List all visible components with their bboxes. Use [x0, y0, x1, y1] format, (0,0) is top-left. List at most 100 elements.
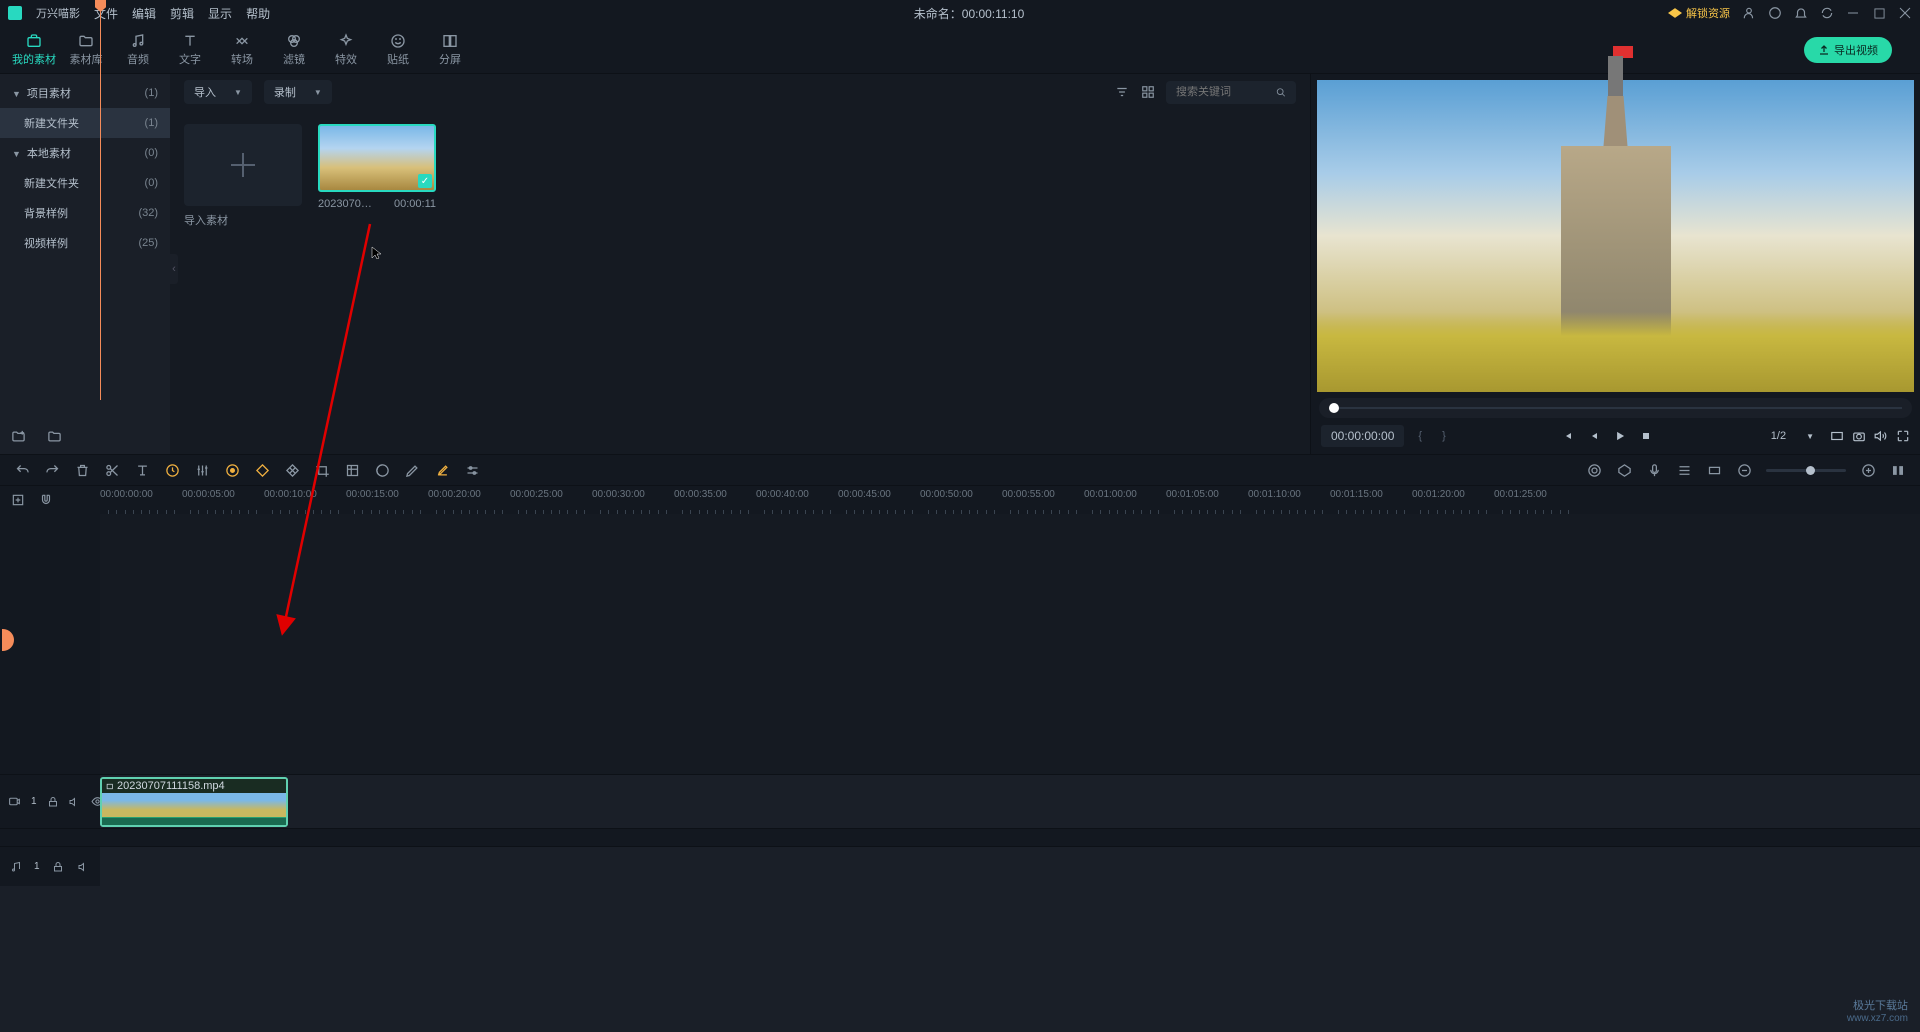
- crop2-icon[interactable]: [344, 462, 360, 478]
- lock-icon[interactable]: [47, 794, 59, 810]
- refresh-icon[interactable]: [1820, 6, 1834, 20]
- maximize-icon[interactable]: [1872, 6, 1886, 20]
- highlighter-icon[interactable]: [434, 462, 450, 478]
- tab-sticker[interactable]: 贴纸: [372, 29, 424, 71]
- marker2-icon[interactable]: [1616, 462, 1632, 478]
- filter-sort-icon[interactable]: [1114, 84, 1130, 100]
- speed-icon[interactable]: [164, 462, 180, 478]
- menu-edit[interactable]: 编辑: [132, 5, 156, 22]
- timeline-ruler[interactable]: 00:00:00:0000:00:05:0000:00:10:0000:00:1…: [100, 486, 1920, 514]
- preview-video[interactable]: [1317, 80, 1914, 392]
- menu-display[interactable]: 显示: [208, 5, 232, 22]
- pen-icon[interactable]: [404, 462, 420, 478]
- mute-icon[interactable]: [69, 794, 81, 810]
- audio-track-lane[interactable]: [100, 846, 1920, 886]
- snapshot-icon[interactable]: [1852, 429, 1866, 443]
- export-button[interactable]: 导出视频: [1804, 37, 1892, 63]
- mic-icon[interactable]: [1646, 462, 1662, 478]
- remove-keyframe-icon[interactable]: [284, 462, 300, 478]
- split-clip-icon[interactable]: [104, 462, 120, 478]
- adjust-icon[interactable]: [464, 462, 480, 478]
- sidebar-item-newfolder2[interactable]: 新建文件夹(0): [0, 168, 170, 198]
- zoom-out-icon[interactable]: [1736, 462, 1752, 478]
- preview-scrubber[interactable]: [1319, 398, 1912, 418]
- text-tool-icon[interactable]: [134, 462, 150, 478]
- video-track-lane[interactable]: 20230707111158.mp4: [100, 774, 1920, 828]
- keyframe-icon[interactable]: [254, 462, 270, 478]
- list-icon[interactable]: [1676, 462, 1692, 478]
- ruler-tick: 00:01:25:00: [1494, 489, 1547, 500]
- media-thumbnail[interactable]: ✓: [318, 124, 436, 192]
- preview-zoom-dropdown[interactable]: 1/2▼: [1763, 427, 1822, 445]
- new-folder-icon[interactable]: [10, 428, 26, 444]
- playhead[interactable]: [100, 0, 101, 400]
- redo-icon[interactable]: [44, 462, 60, 478]
- tab-text[interactable]: 文字: [164, 29, 216, 71]
- tab-filter[interactable]: 滤镜: [268, 29, 320, 71]
- zoom-handle[interactable]: [1806, 466, 1815, 475]
- unlock-resource-button[interactable]: 解锁资源: [1668, 5, 1730, 21]
- ratio-icon[interactable]: [1830, 429, 1844, 443]
- fit-icon[interactable]: [1890, 462, 1906, 478]
- tab-my-media[interactable]: 我的素材: [8, 29, 60, 71]
- grid-view-icon[interactable]: [1140, 84, 1156, 100]
- play-icon[interactable]: [1613, 429, 1627, 443]
- notify-icon[interactable]: [1794, 6, 1808, 20]
- sidebar-item-bgsample[interactable]: 背景样例(32): [0, 198, 170, 228]
- audio-icon[interactable]: [1874, 429, 1888, 443]
- lock-icon[interactable]: [50, 859, 66, 875]
- checkmark-icon: ✓: [418, 174, 432, 188]
- tab-effect[interactable]: 特效: [320, 29, 372, 71]
- import-dropdown[interactable]: 导入▼: [184, 80, 252, 104]
- fullscreen-icon[interactable]: [1896, 429, 1910, 443]
- mask-icon[interactable]: [374, 462, 390, 478]
- search-input[interactable]: [1166, 81, 1296, 104]
- crop-icon[interactable]: [314, 462, 330, 478]
- scrub-handle[interactable]: [1329, 403, 1339, 413]
- menu-cut[interactable]: 剪辑: [170, 5, 194, 22]
- video-clip[interactable]: 20230707111158.mp4: [100, 777, 288, 827]
- minimize-icon[interactable]: [1846, 6, 1860, 20]
- aspect-icon[interactable]: [1706, 462, 1722, 478]
- sidebar-item-videosample[interactable]: 视频样例(25): [0, 228, 170, 258]
- audio-track-number: 1: [34, 861, 40, 872]
- message-icon[interactable]: [1768, 6, 1782, 20]
- tab-split[interactable]: 分屏: [424, 29, 476, 71]
- media-item[interactable]: ✓ 2023070… 00:00:11: [318, 124, 436, 440]
- mark-out-button[interactable]: }: [1436, 430, 1452, 442]
- menu-help[interactable]: 帮助: [246, 5, 270, 22]
- prev-frame-icon[interactable]: [1561, 429, 1575, 443]
- video-track-row: 1 20230707111158.mp4: [0, 774, 1920, 828]
- sidebar-item-newfolder1[interactable]: 新建文件夹(1): [0, 108, 170, 138]
- user-icon[interactable]: [1742, 6, 1756, 20]
- sidebar-item-local[interactable]: ▼本地素材 (0): [0, 138, 170, 168]
- zoom-in-icon[interactable]: [1860, 462, 1876, 478]
- magnet-icon[interactable]: [38, 492, 54, 508]
- search-field[interactable]: [1176, 86, 1276, 98]
- delete-icon[interactable]: [74, 462, 90, 478]
- tab-audio[interactable]: 音频: [112, 29, 164, 71]
- record-dropdown[interactable]: 录制▼: [264, 80, 332, 104]
- close-icon[interactable]: [1898, 6, 1912, 20]
- mute-icon[interactable]: [76, 859, 92, 875]
- sidebar-collapse-button[interactable]: ‹: [170, 254, 178, 284]
- folder-icon[interactable]: [46, 428, 62, 444]
- sidebar-item-project[interactable]: ▼项目素材 (1): [0, 78, 170, 108]
- ruler-tick: 00:00:20:00: [428, 489, 481, 500]
- export-label: 导出视频: [1834, 42, 1878, 58]
- audio-track-icon: [8, 859, 24, 875]
- tab-media-library[interactable]: 素材库: [60, 29, 112, 71]
- import-media-card[interactable]: [184, 124, 302, 206]
- zoom-slider[interactable]: [1766, 469, 1846, 472]
- color-icon[interactable]: [224, 462, 240, 478]
- ruler-tick: 00:00:10:00: [264, 489, 317, 500]
- step-back-icon[interactable]: [1587, 429, 1601, 443]
- tab-transition[interactable]: 转场: [216, 29, 268, 71]
- stop-icon[interactable]: [1639, 429, 1653, 443]
- mark-in-button[interactable]: {: [1412, 430, 1428, 442]
- audio-adjust-icon[interactable]: [194, 462, 210, 478]
- media-browser: 导入▼ 录制▼ 导入素材 ✓ 2023070… 00:00:11: [170, 74, 1310, 454]
- record-icon[interactable]: [1586, 462, 1602, 478]
- undo-icon[interactable]: [14, 462, 30, 478]
- track-add-icon[interactable]: [10, 492, 26, 508]
